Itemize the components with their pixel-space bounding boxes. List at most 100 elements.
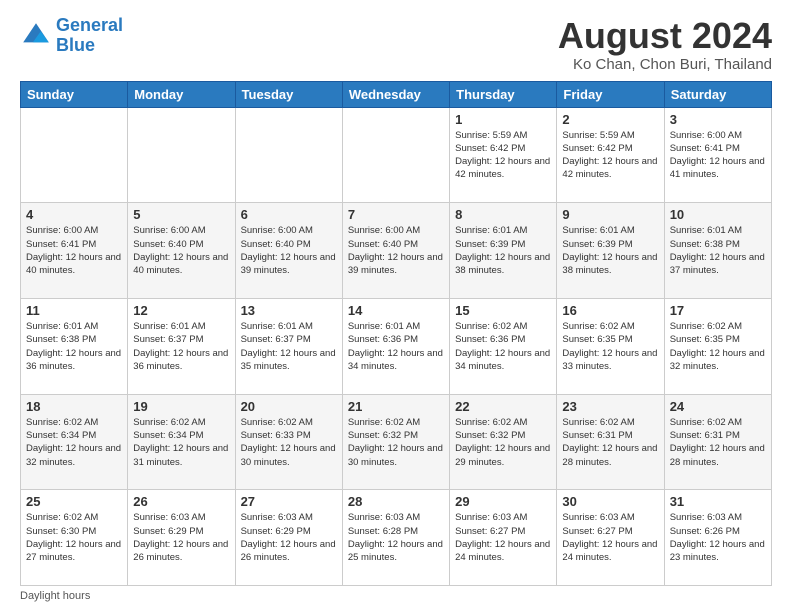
day-number: 3	[670, 112, 766, 127]
day-cell: 1 Sunrise: 5:59 AM Sunset: 6:42 PM Daylig…	[450, 107, 557, 203]
day-number: 26	[133, 494, 229, 509]
day-info: Sunrise: 6:02 AM Sunset: 6:35 PM Dayligh…	[562, 320, 658, 373]
subtitle: Ko Chan, Chon Buri, Thailand	[558, 56, 772, 73]
day-cell: 2 Sunrise: 5:59 AM Sunset: 6:42 PM Daylig…	[557, 107, 664, 203]
day-number: 5	[133, 207, 229, 222]
daylight-hours-label: Daylight hours	[20, 590, 90, 602]
day-cell: 24 Sunrise: 6:02 AM Sunset: 6:31 PM Dayli…	[664, 394, 771, 490]
day-cell: 6 Sunrise: 6:00 AM Sunset: 6:40 PM Daylig…	[235, 203, 342, 299]
col-header-thursday: Thursday	[450, 81, 557, 107]
day-number: 15	[455, 303, 551, 318]
col-header-wednesday: Wednesday	[342, 81, 449, 107]
day-cell: 31 Sunrise: 6:03 AM Sunset: 6:26 PM Dayli…	[664, 490, 771, 586]
day-number: 12	[133, 303, 229, 318]
day-cell: 13Sunrise: 6:01 AM Sunset: 6:37 PM Dayli…	[235, 298, 342, 394]
day-cell: 27Sunrise: 6:03 AM Sunset: 6:29 PM Dayli…	[235, 490, 342, 586]
day-cell: 23 Sunrise: 6:02 AM Sunset: 6:31 PM Dayli…	[557, 394, 664, 490]
day-cell	[342, 107, 449, 203]
day-info: Sunrise: 6:01 AM Sunset: 6:38 PM Dayligh…	[26, 320, 122, 373]
day-number: 22	[455, 399, 551, 414]
day-info: Sunrise: 6:00 AM Sunset: 6:40 PM Dayligh…	[348, 224, 444, 277]
day-number: 17	[670, 303, 766, 318]
day-info: Sunrise: 6:01 AM Sunset: 6:38 PM Dayligh…	[670, 224, 766, 277]
day-info: Sunrise: 6:01 AM Sunset: 6:39 PM Dayligh…	[562, 224, 658, 277]
day-info: Sunrise: 6:03 AM Sunset: 6:27 PM Dayligh…	[562, 511, 658, 564]
logo-text: General Blue	[56, 16, 123, 56]
day-info: Sunrise: 6:00 AM Sunset: 6:40 PM Dayligh…	[133, 224, 229, 277]
day-number: 1	[455, 112, 551, 127]
day-info: Sunrise: 6:02 AM Sunset: 6:35 PM Dayligh…	[670, 320, 766, 373]
page: General Blue August 2024 Ko Chan, Chon B…	[0, 0, 792, 612]
day-number: 24	[670, 399, 766, 414]
day-info: Sunrise: 6:03 AM Sunset: 6:27 PM Dayligh…	[455, 511, 551, 564]
day-cell: 30 Sunrise: 6:03 AM Sunset: 6:27 PM Dayli…	[557, 490, 664, 586]
day-info: Sunrise: 6:03 AM Sunset: 6:29 PM Dayligh…	[241, 511, 337, 564]
day-number: 13	[241, 303, 337, 318]
week-row-5: 25 Sunrise: 6:02 AM Sunset: 6:30 PM Dayli…	[21, 490, 772, 586]
day-info: Sunrise: 6:02 AM Sunset: 6:31 PM Dayligh…	[562, 416, 658, 469]
day-info: Sunrise: 6:02 AM Sunset: 6:30 PM Dayligh…	[26, 511, 122, 564]
day-cell: 22 Sunrise: 6:02 AM Sunset: 6:32 PM Dayli…	[450, 394, 557, 490]
day-number: 11	[26, 303, 122, 318]
week-row-3: 11 Sunrise: 6:01 AM Sunset: 6:38 PM Dayli…	[21, 298, 772, 394]
day-number: 20	[241, 399, 337, 414]
day-number: 10	[670, 207, 766, 222]
day-number: 21	[348, 399, 444, 414]
day-number: 4	[26, 207, 122, 222]
day-info: Sunrise: 5:59 AM Sunset: 6:42 PM Dayligh…	[562, 129, 658, 182]
header: General Blue August 2024 Ko Chan, Chon B…	[20, 16, 772, 73]
day-cell: 12Sunrise: 6:01 AM Sunset: 6:37 PM Dayli…	[128, 298, 235, 394]
day-number: 8	[455, 207, 551, 222]
day-cell	[128, 107, 235, 203]
day-info: Sunrise: 6:02 AM Sunset: 6:34 PM Dayligh…	[26, 416, 122, 469]
day-cell: 14Sunrise: 6:01 AM Sunset: 6:36 PM Dayli…	[342, 298, 449, 394]
day-cell: 17 Sunrise: 6:02 AM Sunset: 6:35 PM Dayli…	[664, 298, 771, 394]
day-cell: 18 Sunrise: 6:02 AM Sunset: 6:34 PM Dayli…	[21, 394, 128, 490]
logo: General Blue	[20, 16, 123, 56]
day-number: 6	[241, 207, 337, 222]
day-cell: 3 Sunrise: 6:00 AM Sunset: 6:41 PM Daylig…	[664, 107, 771, 203]
day-cell: 9 Sunrise: 6:01 AM Sunset: 6:39 PM Daylig…	[557, 203, 664, 299]
day-number: 7	[348, 207, 444, 222]
week-row-2: 4 Sunrise: 6:00 AM Sunset: 6:41 PM Daylig…	[21, 203, 772, 299]
week-row-1: 1 Sunrise: 5:59 AM Sunset: 6:42 PM Daylig…	[21, 107, 772, 203]
day-info: Sunrise: 6:00 AM Sunset: 6:41 PM Dayligh…	[670, 129, 766, 182]
col-header-sunday: Sunday	[21, 81, 128, 107]
col-header-friday: Friday	[557, 81, 664, 107]
day-cell: 25 Sunrise: 6:02 AM Sunset: 6:30 PM Dayli…	[21, 490, 128, 586]
footer-note: Daylight hours	[20, 590, 772, 602]
day-number: 2	[562, 112, 658, 127]
day-number: 19	[133, 399, 229, 414]
day-number: 28	[348, 494, 444, 509]
day-number: 25	[26, 494, 122, 509]
logo-icon	[20, 20, 52, 52]
day-cell: 7 Sunrise: 6:00 AM Sunset: 6:40 PM Daylig…	[342, 203, 449, 299]
calendar-header-row: SundayMondayTuesdayWednesdayThursdayFrid…	[21, 81, 772, 107]
day-info: Sunrise: 6:03 AM Sunset: 6:29 PM Dayligh…	[133, 511, 229, 564]
day-info: Sunrise: 6:03 AM Sunset: 6:26 PM Dayligh…	[670, 511, 766, 564]
day-info: Sunrise: 6:00 AM Sunset: 6:41 PM Dayligh…	[26, 224, 122, 277]
day-cell: 29Sunrise: 6:03 AM Sunset: 6:27 PM Dayli…	[450, 490, 557, 586]
day-info: Sunrise: 6:02 AM Sunset: 6:31 PM Dayligh…	[670, 416, 766, 469]
day-info: Sunrise: 6:00 AM Sunset: 6:40 PM Dayligh…	[241, 224, 337, 277]
day-number: 23	[562, 399, 658, 414]
day-cell: 20 Sunrise: 6:02 AM Sunset: 6:33 PM Dayli…	[235, 394, 342, 490]
day-number: 18	[26, 399, 122, 414]
day-info: Sunrise: 6:02 AM Sunset: 6:32 PM Dayligh…	[348, 416, 444, 469]
col-header-tuesday: Tuesday	[235, 81, 342, 107]
day-info: Sunrise: 6:02 AM Sunset: 6:36 PM Dayligh…	[455, 320, 551, 373]
day-info: Sunrise: 6:02 AM Sunset: 6:33 PM Dayligh…	[241, 416, 337, 469]
col-header-saturday: Saturday	[664, 81, 771, 107]
week-row-4: 18 Sunrise: 6:02 AM Sunset: 6:34 PM Dayli…	[21, 394, 772, 490]
day-info: Sunrise: 6:02 AM Sunset: 6:32 PM Dayligh…	[455, 416, 551, 469]
logo-blue: Blue	[56, 35, 95, 55]
day-info: Sunrise: 6:03 AM Sunset: 6:28 PM Dayligh…	[348, 511, 444, 564]
day-info: Sunrise: 5:59 AM Sunset: 6:42 PM Dayligh…	[455, 129, 551, 182]
day-cell: 28 Sunrise: 6:03 AM Sunset: 6:28 PM Dayli…	[342, 490, 449, 586]
day-cell	[235, 107, 342, 203]
day-number: 31	[670, 494, 766, 509]
day-number: 30	[562, 494, 658, 509]
day-cell: 10 Sunrise: 6:01 AM Sunset: 6:38 PM Dayli…	[664, 203, 771, 299]
day-info: Sunrise: 6:02 AM Sunset: 6:34 PM Dayligh…	[133, 416, 229, 469]
day-number: 9	[562, 207, 658, 222]
